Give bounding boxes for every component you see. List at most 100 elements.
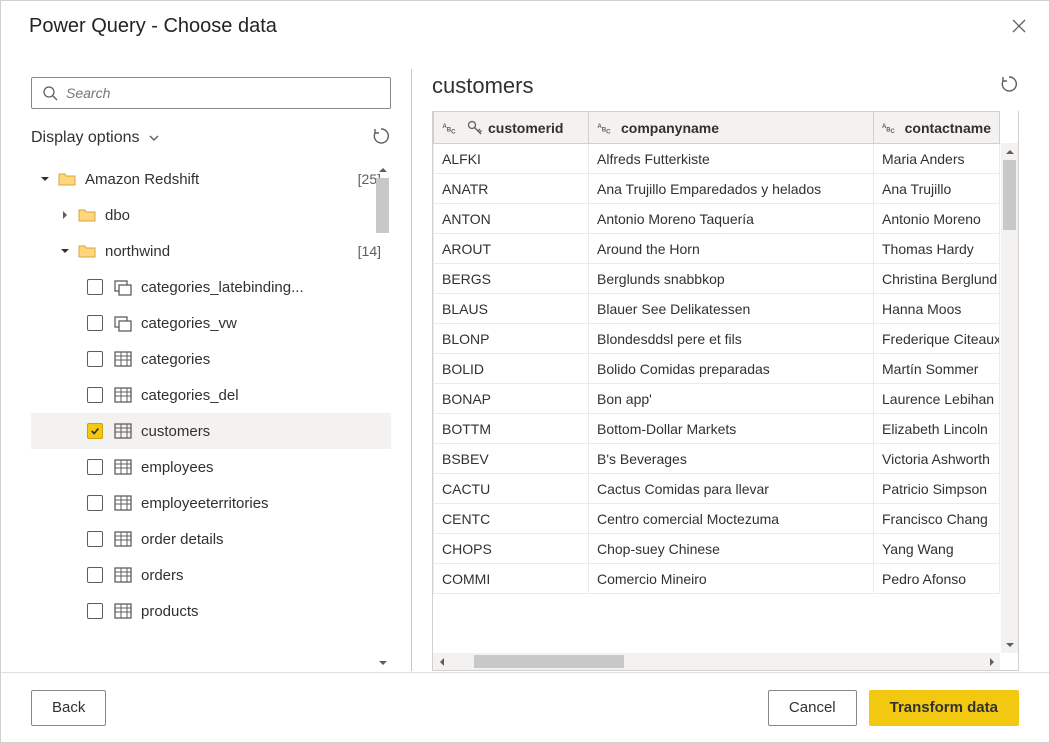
tree-checkbox[interactable] [87,531,103,547]
folder-icon [57,169,77,189]
expand-toggle[interactable] [59,210,71,220]
tree-node-table[interactable]: customers [31,413,391,449]
table-cell: Around the Horn [589,234,874,264]
table-row[interactable]: BOLIDBolido Comidas preparadasMartín Som… [434,354,1000,384]
column-name: contactname [905,120,991,136]
table-cell: Blondesddsl pere et fils [589,324,874,354]
tree-label: Amazon Redshift [85,171,199,188]
cancel-button[interactable]: Cancel [768,690,857,726]
folder-icon [77,205,97,225]
table-cell: Bolido Comidas preparadas [589,354,874,384]
table-icon [113,493,133,513]
text-type-icon [882,121,901,135]
table-cell: Alfreds Futterkiste [589,144,874,174]
back-button[interactable]: Back [31,690,106,726]
table-cell: Blauer See Delikatessen [589,294,874,324]
refresh-navigator-button[interactable] [371,126,391,151]
scroll-up-button[interactable] [374,161,391,178]
tree-node-table[interactable]: categories [31,341,391,377]
scroll-left-button[interactable] [433,653,450,670]
refresh-icon [999,74,1019,94]
column-header[interactable]: customerid [434,112,589,144]
chevron-down-icon [148,132,160,144]
tree-checkbox[interactable] [87,351,103,367]
tree-label: categories_latebinding... [141,279,304,296]
navigator-panel: Display options Amazon Redshift[25] dbo no… [31,51,391,671]
tree-checkbox[interactable] [87,459,103,475]
tree-checkbox[interactable] [87,603,103,619]
table-row[interactable]: BLONPBlondesddsl pere et filsFrederique … [434,324,1000,354]
refresh-preview-button[interactable] [999,74,1019,99]
scroll-thumb[interactable] [1003,160,1016,230]
tree-label: employeeterritories [141,495,269,512]
tree-node-table[interactable]: order details [31,521,391,557]
column-header[interactable]: contactname [874,112,1000,144]
object-tree: Amazon Redshift[25] dbo northwind[14] categ… [31,161,391,671]
column-header[interactable]: companyname [589,112,874,144]
key-icon [466,119,484,137]
tree-node-northwind[interactable]: northwind[14] [31,233,391,269]
transform-data-button[interactable]: Transform data [869,690,1019,726]
table-cell: Elizabeth Lincoln [874,414,1000,444]
tree-checkbox[interactable] [87,423,103,439]
refresh-icon [371,126,391,146]
tree-node-table[interactable]: categories_latebinding... [31,269,391,305]
table-row[interactable]: BOTTMBottom-Dollar MarketsElizabeth Linc… [434,414,1000,444]
view-icon [113,277,133,297]
tree-label: dbo [105,207,130,224]
scroll-down-button[interactable] [1001,636,1018,653]
tree-checkbox[interactable] [87,315,103,331]
panel-divider [411,69,412,671]
table-row[interactable]: CHOPSChop-suey ChineseYang Wang [434,534,1000,564]
scroll-right-button[interactable] [983,653,1000,670]
table-icon [113,421,133,441]
table-row[interactable]: CENTCCentro comercial MoctezumaFrancisco… [434,504,1000,534]
table-row[interactable]: BONAPBon app'Laurence Lebihan [434,384,1000,414]
table-row[interactable]: AROUTAround the HornThomas Hardy [434,234,1000,264]
grid-horizontal-scrollbar[interactable] [433,653,1000,670]
tree-node-table[interactable]: categories_vw [31,305,391,341]
table-row[interactable]: BLAUSBlauer See DelikatessenHanna Moos [434,294,1000,324]
display-options-label: Display options [31,129,140,147]
tree-scrollbar[interactable] [374,161,391,671]
table-row[interactable]: ANATRAna Trujillo Emparedados y heladosA… [434,174,1000,204]
tree-node-table[interactable]: employees [31,449,391,485]
search-box[interactable] [31,77,391,109]
tree-node-table[interactable]: products [31,593,391,629]
text-type-icon [442,121,462,135]
table-icon [113,385,133,405]
grid-vertical-scrollbar[interactable] [1001,143,1018,653]
table-cell: Ana Trujillo [874,174,1000,204]
table-cell: BLAUS [434,294,589,324]
expand-toggle[interactable] [39,174,51,184]
table-row[interactable]: ANTONAntonio Moreno TaqueríaAntonio More… [434,204,1000,234]
tree-node-dbo[interactable]: dbo [31,197,391,233]
table-row[interactable]: COMMIComercio MineiroPedro Afonso [434,564,1000,594]
scroll-thumb[interactable] [474,655,624,668]
table-row[interactable]: CACTUCactus Comidas para llevarPatricio … [434,474,1000,504]
tree-node-root[interactable]: Amazon Redshift[25] [31,161,391,197]
table-row[interactable]: BERGSBerglunds snabbkopChristina Berglun… [434,264,1000,294]
close-button[interactable] [1003,10,1035,42]
tree-node-table[interactable]: orders [31,557,391,593]
tree-checkbox[interactable] [87,387,103,403]
table-row[interactable]: ALFKIAlfreds FutterkisteMaria Anders [434,144,1000,174]
expand-toggle[interactable] [59,246,71,256]
tree-node-table[interactable]: categories_del [31,377,391,413]
display-options-dropdown[interactable]: Display options [31,129,160,147]
tree-checkbox[interactable] [87,279,103,295]
table-row[interactable]: BSBEVB's BeveragesVictoria Ashworth [434,444,1000,474]
scroll-down-button[interactable] [374,654,391,671]
table-cell: Cactus Comidas para llevar [589,474,874,504]
scroll-thumb[interactable] [376,178,389,233]
column-name: customerid [488,120,563,136]
tree-node-table[interactable]: employeeterritories [31,485,391,521]
tree-checkbox[interactable] [87,567,103,583]
scroll-up-button[interactable] [1001,143,1018,160]
search-input[interactable] [66,85,380,101]
table-cell: BERGS [434,264,589,294]
table-cell: Bon app' [589,384,874,414]
table-cell: ALFKI [434,144,589,174]
tree-checkbox[interactable] [87,495,103,511]
table-cell: Thomas Hardy [874,234,1000,264]
